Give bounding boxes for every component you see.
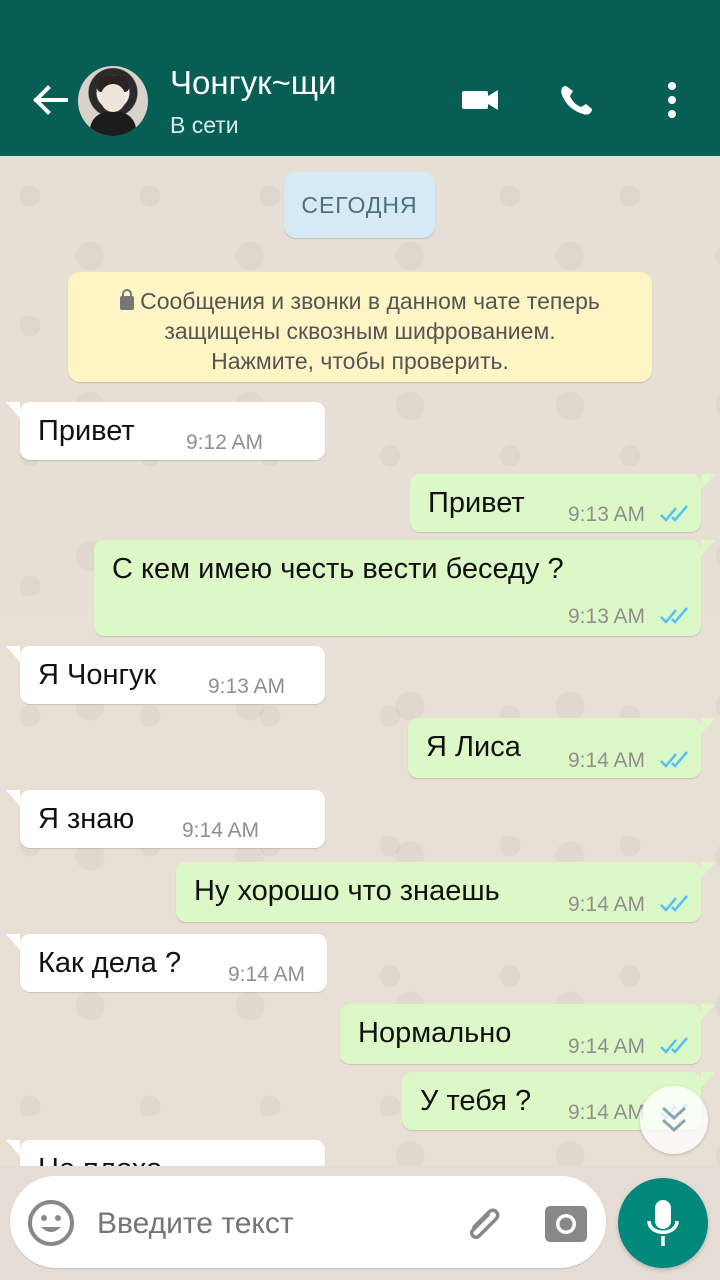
double-check-icon: [660, 895, 688, 912]
message-time: 9:14 AM: [568, 1035, 646, 1058]
message-input-bar[interactable]: [10, 1176, 606, 1268]
avatar-suit: [90, 112, 136, 136]
encryption-notice[interactable]: Сообщения и звонки в данном чате теперь …: [68, 272, 652, 382]
message-text: Я Лиса: [426, 731, 521, 763]
message-time: 9:13 AM: [568, 503, 646, 526]
message-text: Я знаю: [38, 803, 135, 835]
message-bubble-outgoing[interactable]: Нормально 9:14 AM: [340, 1004, 715, 1064]
encryption-notice-line-2: защищены сквозным шифрованием.: [164, 318, 556, 344]
date-separator: СЕГОДНЯ: [284, 172, 435, 238]
chat-header: Чонгук~щи В сети: [0, 0, 720, 156]
double-check-icon: [660, 1037, 688, 1054]
message-bubble-incoming[interactable]: Я Чонгук 9:13 AM: [6, 646, 325, 704]
message-time: 9:14 AM: [228, 963, 306, 986]
message-text: Нормально: [358, 1017, 512, 1049]
message-bubble-outgoing[interactable]: Я Лиса 9:14 AM: [408, 718, 715, 778]
message-text: Не плохо: [38, 1153, 162, 1166]
paperclip-icon[interactable]: [460, 1200, 508, 1248]
message-time: 9:14 AM: [568, 749, 646, 772]
video-call-icon[interactable]: [458, 80, 502, 120]
double-check-icon: [660, 751, 688, 768]
message-time: 9:14 AM: [568, 893, 646, 916]
microphone-button[interactable]: [618, 1178, 708, 1268]
message-text: С кем имею честь вести беседу ?: [112, 553, 564, 585]
microphone-icon: [647, 1200, 679, 1246]
message-bubble-outgoing[interactable]: С кем имею честь вести беседу ? 9:13 AM: [94, 540, 715, 636]
double-chevron-down-icon: [661, 1106, 687, 1133]
double-check-icon: [660, 505, 688, 522]
message-time: 9:12 AM: [186, 431, 264, 454]
lock-icon: [120, 289, 135, 310]
scroll-down-button[interactable]: [640, 1086, 708, 1154]
message-text: Я Чонгук: [38, 659, 157, 691]
encryption-notice-line-1: Сообщения и звонки в данном чате теперь: [68, 286, 652, 316]
more-vert-icon[interactable]: [650, 80, 694, 120]
camera-icon[interactable]: [542, 1200, 590, 1248]
contact-name[interactable]: Чонгук~щи: [170, 64, 336, 102]
message-bubble-incoming[interactable]: Я знаю 9:14 AM: [6, 790, 325, 848]
message-time: 9:14 AM: [182, 819, 260, 842]
chat-area[interactable]: СЕГОДНЯ Сообщения и звонки в данном чате…: [0, 156, 720, 1166]
message-time: 9:14 AM: [568, 1101, 646, 1124]
back-arrow-icon[interactable]: [28, 80, 72, 120]
message-input[interactable]: [97, 1204, 427, 1244]
contact-status: В сети: [170, 112, 239, 138]
message-time: 9:13 AM: [208, 675, 286, 698]
double-check-icon: [660, 607, 688, 624]
message-text: Привет: [38, 415, 135, 447]
message-text: У тебя ?: [420, 1085, 532, 1117]
message-text: Ну хорошо что знаешь: [194, 875, 500, 907]
contact-avatar[interactable]: [78, 66, 148, 136]
phone-call-icon[interactable]: [554, 80, 598, 120]
message-text: Как дела ?: [38, 947, 182, 979]
message-bubble-incoming[interactable]: Привет 9:12 AM: [6, 402, 325, 460]
emoji-icon[interactable]: [26, 1198, 76, 1248]
message-bubble-outgoing[interactable]: Ну хорошо что знаешь 9:14 AM: [176, 862, 715, 922]
avatar-face: [101, 84, 125, 112]
message-bubble-outgoing[interactable]: Привет 9:13 AM: [410, 474, 715, 532]
composer-area: [0, 1166, 720, 1280]
message-text: Привет: [428, 487, 525, 519]
message-time: 9:13 AM: [568, 605, 646, 628]
message-bubble-incoming-partial[interactable]: Не плохо: [6, 1140, 325, 1166]
encryption-notice-line-3: Нажмите, чтобы проверить.: [211, 348, 509, 374]
message-bubble-incoming[interactable]: Как дела ? 9:14 AM: [6, 934, 327, 992]
